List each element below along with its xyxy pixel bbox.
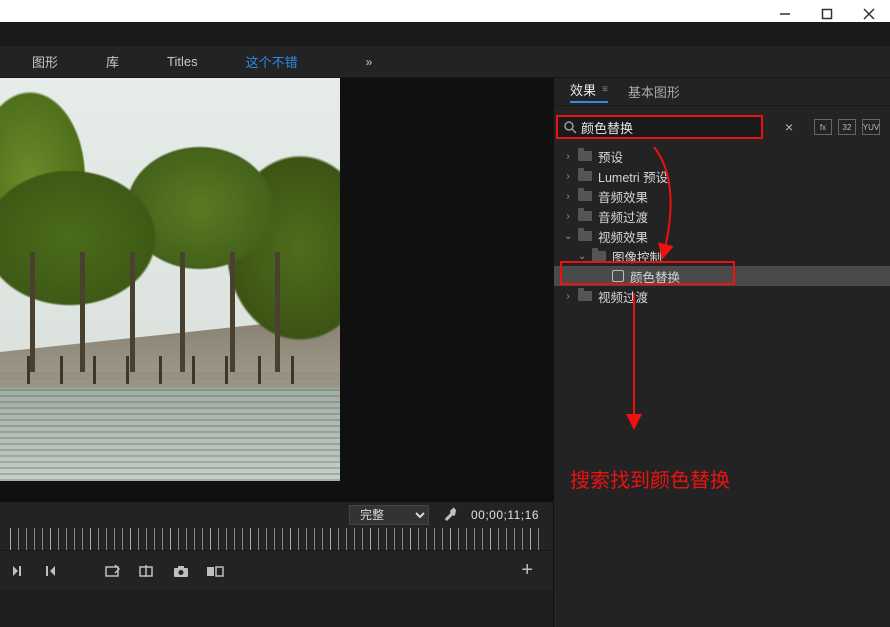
clear-search-icon[interactable]: × [785,119,793,135]
tree-node-selected[interactable]: 颜色替换 [554,266,890,286]
folder-icon [592,251,606,261]
tree-node[interactable]: ›音频过渡 [554,206,890,226]
camera-icon[interactable] [172,563,190,579]
tab-graphics[interactable]: 图形 [32,52,58,71]
folder-icon [578,171,592,181]
tree-node[interactable]: ⌄图像控制 [554,246,890,266]
tree-node[interactable]: ›Lumetri 预设 [554,166,890,186]
settings-wrench-icon[interactable] [443,507,457,524]
annotation-arrow-2 [624,294,644,434]
filter-badges: fx 32 YUV [814,119,880,135]
more-tabs-button[interactable]: » [366,55,373,69]
tree-node[interactable]: ›音频效果 [554,186,890,206]
insert-icon[interactable] [138,563,156,579]
compare-icon[interactable] [206,563,224,579]
panel-menu-icon[interactable]: ≡ [602,84,608,95]
filter-accelerated-icon[interactable]: fx [814,119,832,135]
folder-icon [578,151,592,161]
preview-image [0,78,340,481]
mark-out-icon[interactable] [42,563,60,579]
effects-search-box [556,115,763,139]
filter-yuv-icon[interactable]: YUV [862,119,880,135]
maximize-button[interactable] [820,7,834,21]
effect-preset-icon [612,270,624,282]
monitor-controls-bar: 完整 00;00;11;16 [0,502,553,528]
effects-search-row: × fx 32 YUV [554,110,890,144]
panel-tabbar: 效果≡ 基本图形 [554,78,890,106]
effects-search-input[interactable] [581,120,757,135]
search-icon [564,121,577,134]
folder-icon [578,191,592,201]
time-ruler[interactable] [0,528,553,550]
folder-icon [578,211,592,221]
app-frame: 图形 库 Titles 这个不错 » [0,22,890,627]
tab-library[interactable]: 库 [106,52,119,71]
tree-node[interactable]: ›视频过渡 [554,286,890,306]
tab-custom[interactable]: 这个不错 [246,52,298,71]
folder-icon [578,291,592,301]
tab-titles[interactable]: Titles [167,54,198,69]
resolution-dropdown[interactable]: 完整 [349,505,429,525]
folder-icon [578,231,592,241]
panel-tab-effects[interactable]: 效果≡ [570,80,608,103]
timecode-display[interactable]: 00;00;11;16 [471,508,539,522]
titlebar-strip [0,22,890,46]
close-button[interactable] [862,7,876,21]
panel-tab-graphics[interactable]: 基本图形 [628,82,680,101]
mark-in-icon[interactable] [8,563,26,579]
minimize-button[interactable] [778,7,792,21]
tree-node[interactable]: ⌄视频效果 [554,226,890,246]
tree-node[interactable]: ›预设 [554,146,890,166]
annotation-text: 搜索找到颜色替换 [570,464,730,493]
button-editor-plus-icon[interactable]: + [521,559,533,582]
workspace-tabbar: 图形 库 Titles 这个不错 » [0,46,890,78]
export-frame-icon[interactable] [104,563,122,579]
filter-32bit-icon[interactable]: 32 [838,119,856,135]
window-controls [760,0,890,28]
effects-tree: ›预设 ›Lumetri 预设 ›音频效果 ›音频过渡 ⌄视频效果 ⌄图像控制 … [554,144,890,627]
program-monitor-panel: 完整 00;00;11;16 + [0,78,553,627]
program-monitor-viewport[interactable] [0,78,553,502]
transport-toolbar: + [0,550,553,590]
effects-panel: 效果≡ 基本图形 × fx 32 YUV ›预设 ›Lumetri 预设 [553,78,890,627]
